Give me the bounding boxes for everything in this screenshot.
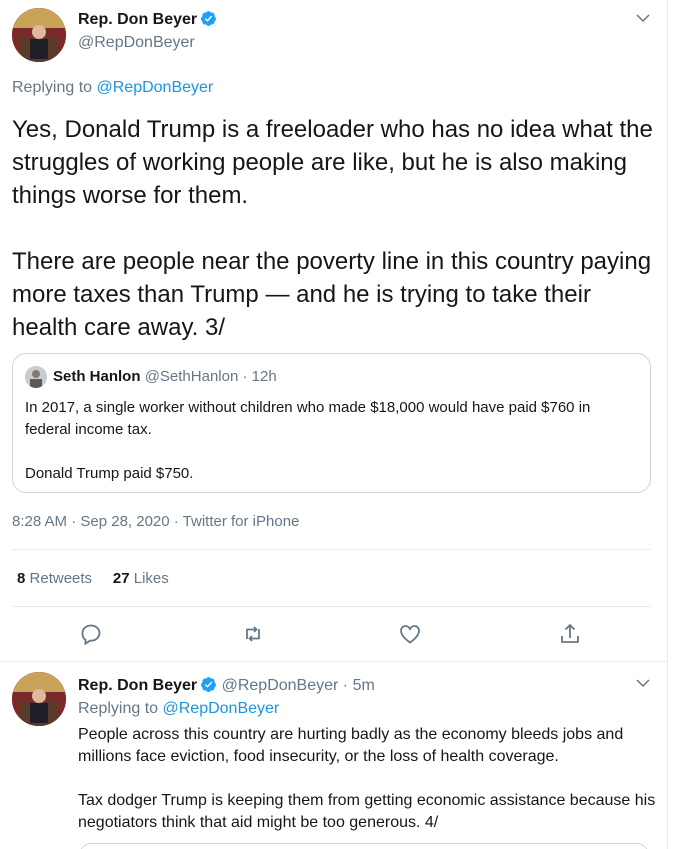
timeline-border [667,0,668,849]
chevron-down-icon[interactable] [634,9,652,27]
chevron-down-icon[interactable] [634,674,652,692]
replying-to: Replying to @RepDonBeyer [12,79,213,97]
verified-badge-icon [201,677,217,692]
like-label: Likes [133,570,169,587]
divider [12,606,651,607]
replying-to-link[interactable]: @RepDonBeyer [163,700,280,717]
verified-badge-icon [201,11,217,26]
like-count: 27 [112,570,130,587]
author-avatar[interactable] [12,8,66,62]
author-name[interactable]: Rep. Don Beyer [78,10,217,29]
divider [0,661,667,662]
replying-prefix: Replying to [12,79,97,96]
likes-stat[interactable]: 27 Likes [113,570,169,587]
divider [12,549,651,550]
tweet-timestamp[interactable]: 8:28 AM · Sep 28, 2020 · Twitter for iPh… [12,513,299,530]
retweet-icon[interactable] [241,622,265,646]
like-icon[interactable] [398,622,422,646]
share-icon[interactable] [558,622,582,646]
reply-replying-to: Replying to @RepDonBeyer [78,700,279,718]
reply-author-name[interactable]: Rep. Don Beyer [78,677,197,694]
replying-prefix: Replying to [78,700,163,717]
quoted-time: · 12h [242,368,277,385]
quoted-author-handle: @SethHanlon [144,368,239,385]
reply-author-avatar[interactable] [12,672,66,726]
author-name-text[interactable]: Rep. Don Beyer [78,11,197,28]
author-handle[interactable]: @RepDonBeyer [78,34,195,52]
quoted-author-name: Seth Hanlon [53,368,141,385]
reply-text: People across this country are hurting b… [78,726,656,831]
tweet-text: Yes, Donald Trump is a freeloader who ha… [12,116,653,341]
quoted-tweet-card[interactable]: Seth Hanlon @SethHanlon · 12h In 2017, a… [12,353,651,493]
replying-to-link[interactable]: @RepDonBeyer [97,79,214,96]
retweet-count: 8 [17,570,26,587]
reply-quoted-card[interactable] [78,843,650,849]
quoted-header: Seth Hanlon @SethHanlon · 12h [53,368,277,385]
quoted-text: In 2017, a single worker without childre… [25,399,591,482]
retweets-stat[interactable]: 8 Retweets [17,570,92,587]
reply-icon[interactable] [79,622,103,646]
reply-header: Rep. Don Beyer @RepDonBeyer · 5m [78,676,375,695]
quoted-author-avatar [25,366,47,388]
engagement-stats: 8 Retweets 27 Likes [17,570,169,587]
reply-author-handle[interactable]: @RepDonBeyer [222,677,339,694]
retweet-label: Retweets [29,570,93,587]
reply-time[interactable]: · 5m [343,677,375,694]
